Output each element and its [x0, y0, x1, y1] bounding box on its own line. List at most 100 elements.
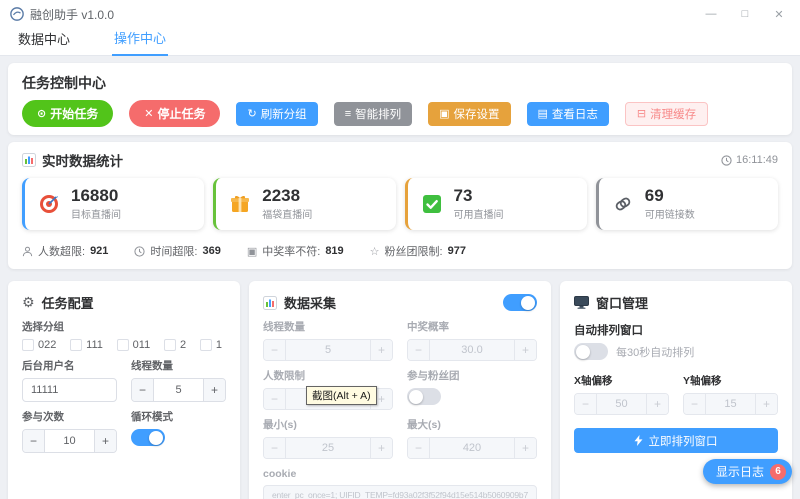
auto-arrange-label: 自动排列窗口: [574, 322, 778, 338]
checkbox-label: 022: [38, 339, 56, 351]
save-settings-label: 保存设置: [454, 106, 500, 122]
minimize-icon[interactable]: —: [694, 2, 728, 26]
decrement-icon[interactable]: −: [23, 430, 45, 452]
filter-label: 人数超限:: [38, 243, 85, 259]
checkbox-group-2[interactable]: 2: [164, 339, 186, 351]
checkbox-label: 1: [216, 339, 222, 351]
username-label: 后台用户名: [22, 358, 117, 373]
data-collect-panel: 数据采集 线程数量 − 5 + 中奖概率 − 30.0: [249, 281, 551, 499]
increment-icon: +: [370, 340, 392, 360]
min-seconds-stepper: − 25 +: [263, 437, 393, 459]
stat-value: 16880: [71, 187, 121, 205]
checkbox-icon: [70, 339, 82, 351]
star-icon: ☆: [370, 245, 380, 258]
checkbox-group-011[interactable]: 011: [117, 339, 151, 351]
clear-cache-button[interactable]: ⊟ 清理缓存: [625, 102, 708, 126]
decrement-icon[interactable]: −: [132, 379, 154, 401]
maximize-icon[interactable]: □: [728, 2, 762, 26]
clock-icon: [721, 155, 732, 166]
task-control-buttons: ⊙ 开始任务 ✕ 停止任务 ↻ 刷新分组 ≡ 智能排列 ▣ 保存设置 ▤ 查看日…: [22, 100, 778, 127]
decrement-icon: −: [264, 340, 286, 360]
checkbox-icon: [164, 339, 176, 351]
stop-task-label: 停止任务: [157, 105, 205, 122]
lightning-icon: [634, 435, 643, 446]
clock-icon: [134, 246, 145, 257]
task-config-header: ⚙ 任务配置: [22, 293, 226, 312]
gear-icon: ⚙: [22, 294, 35, 311]
save-settings-button[interactable]: ▣ 保存设置: [428, 102, 510, 126]
stepper-value: 10: [45, 430, 94, 452]
bottom-panels: ⚙ 任务配置 选择分组 022 111 011 2: [8, 281, 792, 499]
stepper-value: 5: [154, 379, 203, 401]
task-control-title: 任务控制中心: [22, 73, 778, 93]
tab-data-center[interactable]: 数据中心: [16, 29, 72, 55]
checkbox-icon: [22, 339, 34, 351]
data-collect-toggle[interactable]: [503, 294, 537, 311]
filter-time-limit: 时间超限: 369: [134, 243, 220, 259]
win-rate-stepper: − 30.0 +: [407, 339, 537, 361]
bar-chart-icon: [263, 296, 277, 310]
cookie-input[interactable]: enter_pc_once=1; UIFID_TEMP=fd93a02f3f52…: [263, 485, 537, 499]
window-controls: — □ ✕: [694, 2, 796, 26]
filter-value: 819: [325, 245, 343, 257]
join-fans-label: 参与粉丝团: [407, 368, 537, 383]
main-content: 任务控制中心 ⊙ 开始任务 ✕ 停止任务 ↻ 刷新分组 ≡ 智能排列 ▣ 保存设…: [0, 56, 800, 499]
stat-label: 可用链接数: [645, 206, 695, 221]
checkbox-group-1[interactable]: 1: [200, 339, 222, 351]
show-log-button[interactable]: 显示日志 6: [703, 459, 792, 484]
stats-time-value: 16:11:49: [736, 154, 778, 166]
show-log-label: 显示日志: [716, 463, 764, 480]
log-count-badge: 6: [770, 464, 786, 480]
refresh-group-button[interactable]: ↻ 刷新分组: [236, 102, 317, 126]
increment-icon[interactable]: +: [94, 430, 116, 452]
increment-icon: +: [755, 394, 777, 414]
tab-operation-center[interactable]: 操作中心: [112, 28, 168, 56]
checkbox-group-111[interactable]: 111: [70, 339, 103, 351]
stop-task-button[interactable]: ✕ 停止任务: [129, 100, 220, 127]
monitor-icon: [574, 296, 589, 309]
decrement-icon: −: [408, 438, 430, 458]
increment-icon[interactable]: +: [203, 379, 225, 401]
gift-icon: [229, 193, 251, 215]
username-input[interactable]: [22, 378, 117, 402]
auto-arrange-toggle[interactable]: [574, 343, 608, 360]
view-log-label: 查看日志: [552, 106, 598, 122]
close-icon[interactable]: ✕: [762, 2, 796, 26]
thread-count-stepper[interactable]: − 5 +: [131, 378, 226, 402]
max-seconds-label: 最大(s): [407, 417, 537, 432]
filter-value: 369: [202, 245, 220, 257]
check-square-icon: [421, 193, 443, 215]
refresh-icon: ↻: [247, 107, 256, 120]
screenshot-tooltip: 截图(Alt + A): [306, 386, 377, 405]
smart-arrange-label: 智能排列: [355, 106, 401, 122]
cookie-label: cookie: [263, 468, 537, 480]
stepper-value: 15: [706, 394, 755, 414]
group-checkbox-row: 022 111 011 2 1: [22, 339, 226, 351]
window-manage-title: 窗口管理: [596, 293, 648, 312]
join-times-stepper[interactable]: − 10 +: [22, 429, 117, 453]
increment-icon: +: [646, 394, 668, 414]
stepper-value: 5: [286, 340, 370, 360]
view-log-button[interactable]: ▤ 查看日志: [527, 102, 609, 126]
grid-icon: ▣: [247, 245, 257, 258]
task-config-title: 任务配置: [42, 293, 94, 312]
stat-card-lucky-bag-rooms: 2238 福袋直播间: [213, 178, 395, 230]
start-task-button[interactable]: ⊙ 开始任务: [22, 100, 113, 127]
smart-arrange-button[interactable]: ≡ 智能排列: [334, 102, 412, 126]
y-offset-label: Y轴偏移: [683, 373, 778, 388]
loop-mode-toggle[interactable]: [131, 429, 165, 446]
filter-people-limit: 人数超限: 921: [22, 243, 108, 259]
y-offset-stepper: − 15 +: [683, 393, 778, 415]
checkbox-group-022[interactable]: 022: [22, 339, 56, 351]
stats-time: 16:11:49: [721, 154, 778, 166]
trash-icon: ⊟: [637, 107, 646, 120]
stat-value: 69: [645, 187, 695, 205]
stat-card-available-links: 69 可用链接数: [596, 178, 778, 230]
join-fans-toggle[interactable]: [407, 388, 441, 405]
group-select-label: 选择分组: [22, 319, 226, 334]
dc-thread-count-stepper: − 5 +: [263, 339, 393, 361]
arrange-now-button[interactable]: 立即排列窗口: [574, 428, 778, 453]
join-times-label: 参与次数: [22, 409, 117, 424]
app-title: 融创助手 v1.0.0: [30, 6, 114, 23]
play-circle-icon: ⊙: [37, 107, 46, 120]
